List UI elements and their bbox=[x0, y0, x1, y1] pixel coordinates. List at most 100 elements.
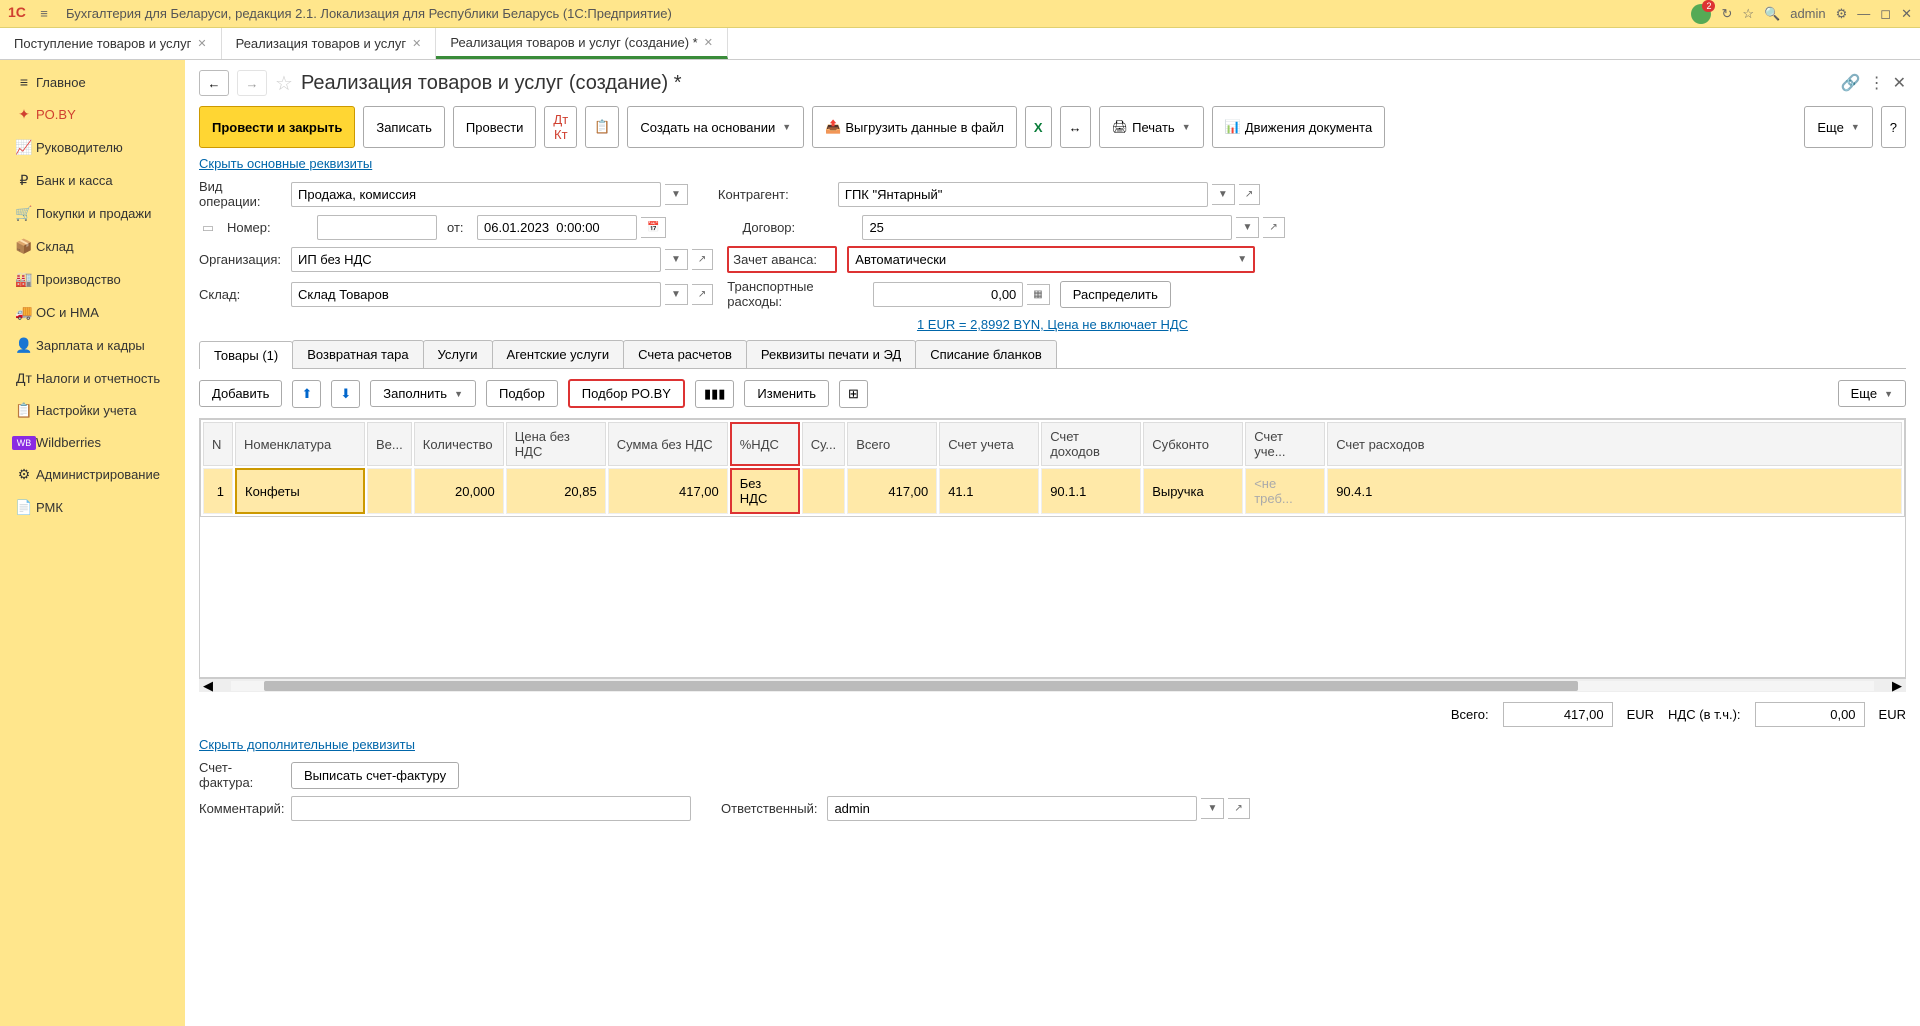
subtab-goods[interactable]: Товары (1) bbox=[199, 341, 293, 369]
sidebar-item-bank[interactable]: ₽Банк и касса bbox=[0, 164, 185, 197]
col-price[interactable]: Цена без НДС bbox=[506, 422, 606, 466]
minimize-icon[interactable]: — bbox=[1857, 6, 1870, 21]
copy-icon[interactable]: 📋 bbox=[585, 106, 619, 148]
dtkt-icon[interactable]: ДтКт bbox=[544, 106, 577, 148]
op-type-input[interactable] bbox=[291, 182, 661, 207]
grid-icon[interactable]: ⊞ bbox=[839, 380, 868, 408]
more-button[interactable]: Еще▼ bbox=[1804, 106, 1872, 148]
dropdown-icon[interactable]: ▼ bbox=[1236, 217, 1259, 238]
change-button[interactable]: Изменить bbox=[744, 380, 829, 407]
barcode-icon[interactable]: ▮▮▮ bbox=[695, 380, 734, 408]
calendar-icon[interactable]: 📅 bbox=[641, 217, 666, 238]
history-icon[interactable]: ↻ bbox=[1721, 6, 1732, 22]
save-button[interactable]: Записать bbox=[363, 106, 445, 148]
sidebar-item-main[interactable]: ≡Главное bbox=[0, 66, 185, 98]
more-button[interactable]: Еще▼ bbox=[1838, 380, 1906, 407]
link-icon[interactable]: 🔗 bbox=[1841, 73, 1861, 93]
col-acc2[interactable]: Счет уче... bbox=[1245, 422, 1325, 466]
create-based-button[interactable]: Создать на основании▼ bbox=[627, 106, 804, 148]
contract-input[interactable] bbox=[862, 215, 1232, 240]
col-vatsum[interactable]: Су... bbox=[802, 422, 845, 466]
sidebar-item-salary[interactable]: 👤Зарплата и кадры bbox=[0, 329, 185, 362]
advance-input[interactable] bbox=[849, 248, 1227, 271]
up-icon[interactable]: ⬆ bbox=[292, 380, 321, 408]
subtab-accounts[interactable]: Счета расчетов bbox=[623, 340, 747, 368]
col-inc[interactable]: Счет доходов bbox=[1041, 422, 1141, 466]
col-sub[interactable]: Субконто bbox=[1143, 422, 1243, 466]
sidebar-item-settings[interactable]: 📋Настройки учета bbox=[0, 394, 185, 427]
number-input[interactable] bbox=[317, 215, 437, 240]
sidebar-item-warehouse[interactable]: 📦Склад bbox=[0, 230, 185, 263]
burger-icon[interactable]: ≡ bbox=[32, 6, 56, 21]
subtab-services[interactable]: Услуги bbox=[423, 340, 493, 368]
star-icon[interactable]: ☆ bbox=[1742, 6, 1754, 22]
hide-additional-link[interactable]: Скрыть дополнительные реквизиты bbox=[199, 737, 415, 752]
movements-button[interactable]: 📊 Движения документа bbox=[1212, 106, 1386, 148]
sidebar-item-production[interactable]: 🏭Производство bbox=[0, 263, 185, 296]
favorite-icon[interactable]: ☆ bbox=[275, 71, 293, 96]
post-close-button[interactable]: Провести и закрыть bbox=[199, 106, 355, 148]
goods-table[interactable]: N Номенклатура Ве... Количество Цена без… bbox=[199, 418, 1906, 678]
add-button[interactable]: Добавить bbox=[199, 380, 282, 407]
excel-icon[interactable]: X bbox=[1025, 106, 1052, 148]
col-total[interactable]: Всего bbox=[847, 422, 937, 466]
calc-icon[interactable]: ▦ bbox=[1027, 284, 1049, 305]
subtab-agent[interactable]: Агентские услуги bbox=[492, 340, 625, 368]
fill-button[interactable]: Заполнить▼ bbox=[370, 380, 476, 407]
back-button[interactable]: ← bbox=[199, 70, 229, 96]
more-icon[interactable]: ⋮ bbox=[1869, 73, 1885, 93]
comment-input[interactable] bbox=[291, 796, 691, 821]
col-name[interactable]: Номенклатура bbox=[235, 422, 365, 466]
sidebar-item-assets[interactable]: 🚚ОС и НМА bbox=[0, 296, 185, 329]
notifications-icon[interactable] bbox=[1691, 4, 1711, 24]
open-icon[interactable]: ↗ bbox=[1228, 798, 1249, 819]
select-button[interactable]: Подбор bbox=[486, 380, 558, 407]
col-acc[interactable]: Счет учета bbox=[939, 422, 1039, 466]
help-button[interactable]: ? bbox=[1881, 106, 1906, 148]
sidebar-item-wb[interactable]: WBWildberries bbox=[0, 427, 185, 458]
sidebar-item-manager[interactable]: 📈Руководителю bbox=[0, 131, 185, 164]
open-icon[interactable]: ↗ bbox=[692, 249, 713, 270]
subtab-returnable[interactable]: Возвратная тара bbox=[292, 340, 423, 368]
tab-sale[interactable]: Реализация товаров и услуг✕ bbox=[222, 28, 437, 59]
exchange-icon[interactable]: ↔ bbox=[1060, 106, 1091, 148]
col-weight[interactable]: Ве... bbox=[367, 422, 412, 466]
subtab-blanks[interactable]: Списание бланков bbox=[915, 340, 1057, 368]
h-scrollbar[interactable]: ◀▶ bbox=[199, 678, 1906, 692]
dropdown-icon[interactable]: ▼ bbox=[1212, 184, 1235, 205]
close-icon[interactable]: ✕ bbox=[1893, 73, 1906, 93]
user-name[interactable]: admin bbox=[1790, 6, 1825, 21]
wh-input[interactable] bbox=[291, 282, 661, 307]
dropdown-icon[interactable]: ▼ bbox=[665, 184, 688, 205]
close-icon[interactable]: ✕ bbox=[704, 36, 713, 49]
down-icon[interactable]: ⬇ bbox=[331, 380, 360, 408]
resp-input[interactable] bbox=[827, 796, 1197, 821]
col-vat[interactable]: %НДС bbox=[730, 422, 800, 466]
export-button[interactable]: 📤 Выгрузить данные в файл bbox=[812, 106, 1017, 148]
settings-icon[interactable]: ⚙ bbox=[1836, 6, 1848, 22]
tab-receipt[interactable]: Поступление товаров и услуг✕ bbox=[0, 28, 222, 59]
org-input[interactable] bbox=[291, 247, 661, 272]
subtab-print[interactable]: Реквизиты печати и ЭД bbox=[746, 340, 916, 368]
search-icon[interactable]: 🔍 bbox=[1764, 6, 1780, 22]
print-button[interactable]: 🖨 Печать▼ bbox=[1099, 106, 1204, 148]
close-icon[interactable]: ✕ bbox=[412, 37, 421, 50]
rate-link[interactable]: 1 EUR = 2,8992 BYN, Цена не включает НДС bbox=[917, 317, 1188, 332]
col-sum[interactable]: Сумма без НДС bbox=[608, 422, 728, 466]
transport-input[interactable] bbox=[873, 282, 1023, 307]
table-row[interactable]: 1 Конфеты 20,000 20,85 417,00 Без НДС 41… bbox=[203, 468, 1902, 514]
invoice-button[interactable]: Выписать счет-фактуру bbox=[291, 762, 459, 789]
maximize-icon[interactable]: ◻ bbox=[1880, 6, 1891, 22]
open-icon[interactable]: ↗ bbox=[1239, 184, 1260, 205]
sidebar-item-rmk[interactable]: 📄РМК bbox=[0, 491, 185, 524]
col-n[interactable]: N bbox=[203, 422, 233, 466]
close-window-icon[interactable]: ✕ bbox=[1901, 6, 1912, 22]
dropdown-icon[interactable]: ▼ bbox=[665, 249, 688, 270]
sidebar-item-poby[interactable]: ✦PO.BY bbox=[0, 98, 185, 131]
tab-sale-create[interactable]: Реализация товаров и услуг (создание) *✕ bbox=[436, 28, 728, 59]
sidebar-item-purchases[interactable]: 🛒Покупки и продажи bbox=[0, 197, 185, 230]
dropdown-icon[interactable]: ▼ bbox=[1201, 798, 1224, 819]
sidebar-item-tax[interactable]: ДтНалоги и отчетность bbox=[0, 362, 185, 394]
open-icon[interactable]: ↗ bbox=[692, 284, 713, 305]
forward-button[interactable]: → bbox=[237, 70, 267, 96]
